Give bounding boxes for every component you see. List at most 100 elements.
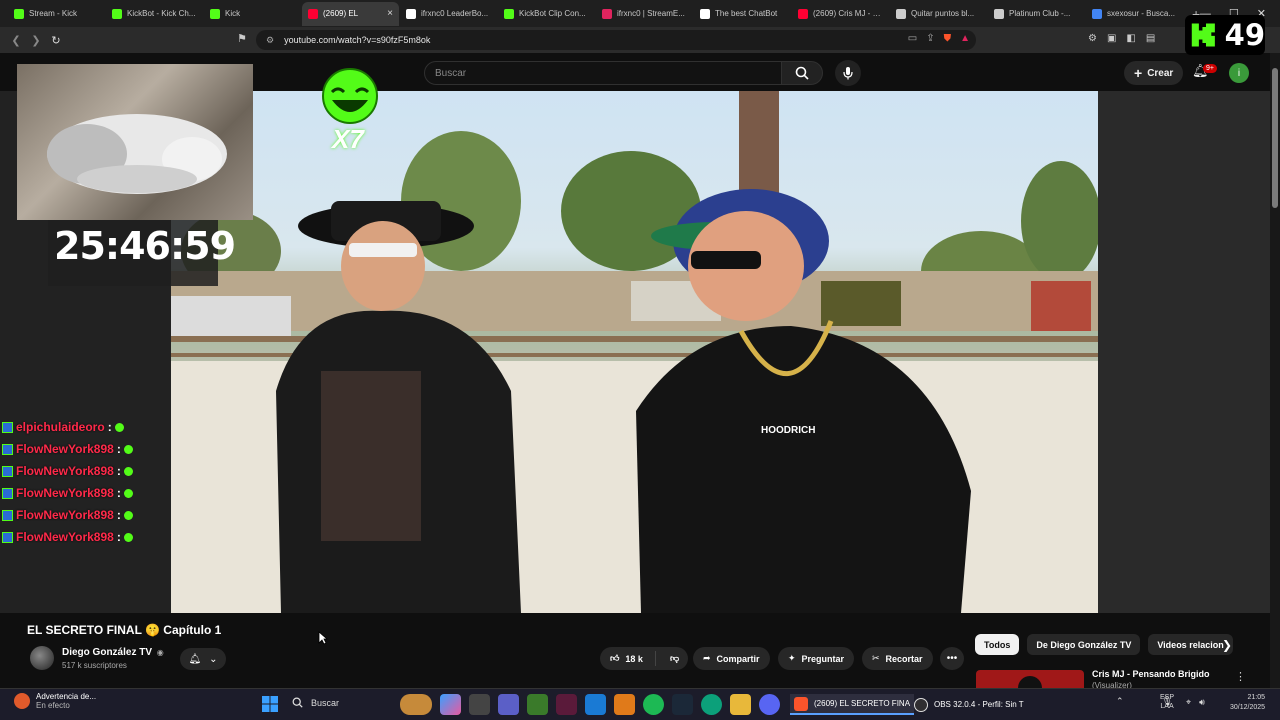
filter-chip[interactable]: Videos relacion [1148,634,1233,655]
ask-label: Preguntar [801,653,845,664]
browser-tab[interactable]: KickBot - Kick Ch... [106,2,203,26]
search-button[interactable] [781,61,823,85]
news-widget-icon[interactable] [400,694,432,715]
dislike-button[interactable]: 👎︎ [662,653,679,664]
forward-icon[interactable]: ❯ [26,34,46,47]
browser-tab[interactable]: Kick [204,2,301,26]
tab-title: (2609) Cris MJ - P... [813,9,883,18]
site-info-icon[interactable]: ⚙ [266,35,274,46]
volume-icon[interactable]: 🔊︎ [1199,697,1205,708]
wallet-icon[interactable]: ▤ [1146,33,1155,44]
create-button[interactable]: + Crear [1124,61,1184,85]
ask-button[interactable]: ✦ Preguntar [778,647,855,670]
taskbar-window-obs[interactable]: OBS 32.0.4 - Perfil: Sin T [910,694,1028,715]
chevron-down-icon: ⌄ [209,653,218,665]
related-filter-chips: Todos De Diego González TV Videos relacion [975,634,1233,655]
vlc-icon[interactable] [614,694,635,715]
chat-username: FlowNewYork898 [16,508,114,522]
video-frame [171,91,1098,613]
lang-code: ESP [1160,694,1175,701]
voice-search-button[interactable] [835,60,861,86]
filter-chip[interactable]: De Diego González TV [1027,634,1141,655]
chat-username: FlowNewYork898 [16,464,114,478]
browser-tab[interactable]: sxexosur - Busca... [1086,2,1183,26]
microphone-icon [843,67,853,80]
reload-icon[interactable]: ↻ [46,34,66,47]
brave-shield-icon[interactable]: ⛊ [944,33,952,44]
file-explorer-icon[interactable] [469,694,490,715]
edge-icon[interactable] [585,694,606,715]
folder-icon[interactable] [730,694,751,715]
chat-emote-icon [123,532,133,542]
close-tab-icon[interactable]: × [387,8,393,19]
browser-tab[interactable]: (2609) Cris MJ - P... [792,2,889,26]
sidebar-icon[interactable]: ▣ [1107,33,1116,44]
spotify-icon[interactable] [643,694,664,715]
browser-tab[interactable]: The best ChatBot [694,2,791,26]
teams-icon[interactable] [498,694,519,715]
chat-emote-icon [114,422,124,432]
extensions-icon[interactable]: ⚙ [1088,33,1097,44]
chat-overlay: elpichulaideoro: FlowNewYork898: FlowNewYo… [2,416,133,548]
share-button[interactable]: ➦ Compartir [693,647,770,670]
account-avatar[interactable]: i [1229,63,1249,83]
tab-favicon-icon [112,8,122,19]
more-actions-icon[interactable]: ••• [940,647,964,670]
share-arrow-icon: ➦ [703,653,711,663]
subscription-bell-button[interactable]: 🔔︎ ⌄ [180,648,226,670]
app-icon[interactable] [556,694,577,715]
split-view-icon[interactable]: ◧ [1126,33,1135,44]
windows-start-icon[interactable] [262,696,278,712]
bookmark-icon[interactable]: ⚑ [237,32,247,45]
recommended-menu-icon[interactable]: ⋮ [1235,670,1246,683]
taskbar-window-youtube[interactable]: (2609) EL SECRETO FINA [790,694,915,715]
weather-widget[interactable]: Advertencia de... En efecto [14,692,96,710]
browser-tab[interactable]: Stream - Kick [8,2,105,26]
discord-icon[interactable] [759,694,780,715]
edge-browser-icon[interactable] [701,694,722,715]
chat-emote-icon [123,488,133,498]
recommended-thumbnail[interactable] [976,670,1084,688]
tray-status: ⌖ 🔊︎ [1186,697,1205,708]
cast-icon[interactable]: ▭ [908,33,917,44]
tab-title: ifrxnc0 | StreamE... [617,9,685,18]
taskbar-search-label: Buscar [311,697,340,708]
share-icon[interactable]: ⇪ [926,33,934,44]
scrollbar-thumb[interactable] [1272,68,1278,208]
rewards-icon[interactable]: ▲ [960,33,970,44]
channel-name[interactable]: Diego González TV ◉ [62,647,164,658]
chat-username: FlowNewYork898 [16,486,114,500]
minecraft-icon[interactable] [527,694,548,715]
search-input[interactable]: Buscar [424,61,782,85]
clip-button[interactable]: ✂ Recortar [862,647,933,670]
video-player[interactable]: HOODRICH [171,91,1098,613]
browser-tab[interactable]: ifrxnc0 LeaderBo... [400,2,497,26]
like-button[interactable]: 👍︎ 18 k [600,651,656,666]
recommended-title[interactable]: Cris MJ - Pensando Brigido [1092,669,1210,679]
browser-tab[interactable]: (2609) EL × [302,1,399,26]
create-label: Crear [1147,67,1174,79]
tab-title: Quitar puntos bl... [911,9,975,18]
share-label: Compartir [716,653,760,664]
chevron-right-icon[interactable]: ❯ [1222,638,1232,652]
browser-tab[interactable]: Platinum Club -... [988,2,1085,26]
steam-icon[interactable] [672,694,693,715]
channel-name-text: Diego González TV [62,647,153,658]
back-icon[interactable]: ❮ [6,34,26,47]
channel-avatar[interactable] [30,646,54,670]
thumbs-up-icon: 👍︎ [610,653,620,663]
taskbar-search[interactable]: Buscar [292,697,339,708]
tab-title: Platinum Club -... [1009,9,1071,18]
browser-tab[interactable]: KickBot Clip Con... [498,2,595,26]
network-icon[interactable]: ⌖ [1186,697,1191,708]
copilot-icon[interactable] [440,694,461,715]
plus-icon: + [1134,65,1143,81]
browser-tab[interactable]: Quitar puntos bl... [890,2,987,26]
address-bar: ❮ ❯ ↻ ⚑ ⚙ youtube.com/watch?v=s90fzF5m8o… [0,27,1280,53]
tray-overflow-icon[interactable]: ⌃ [1116,696,1124,707]
input-language[interactable]: ESP LAA [1160,693,1174,711]
system-clock[interactable]: 21:05 30/12/2025 [1230,693,1265,713]
url-field[interactable]: ⚙ youtube.com/watch?v=s90fzF5m8ok ▭ ⇪ ⛊ … [256,30,976,50]
browser-tab[interactable]: ifrxnc0 | StreamE... [596,2,693,26]
filter-chip[interactable]: Todos [975,634,1020,655]
